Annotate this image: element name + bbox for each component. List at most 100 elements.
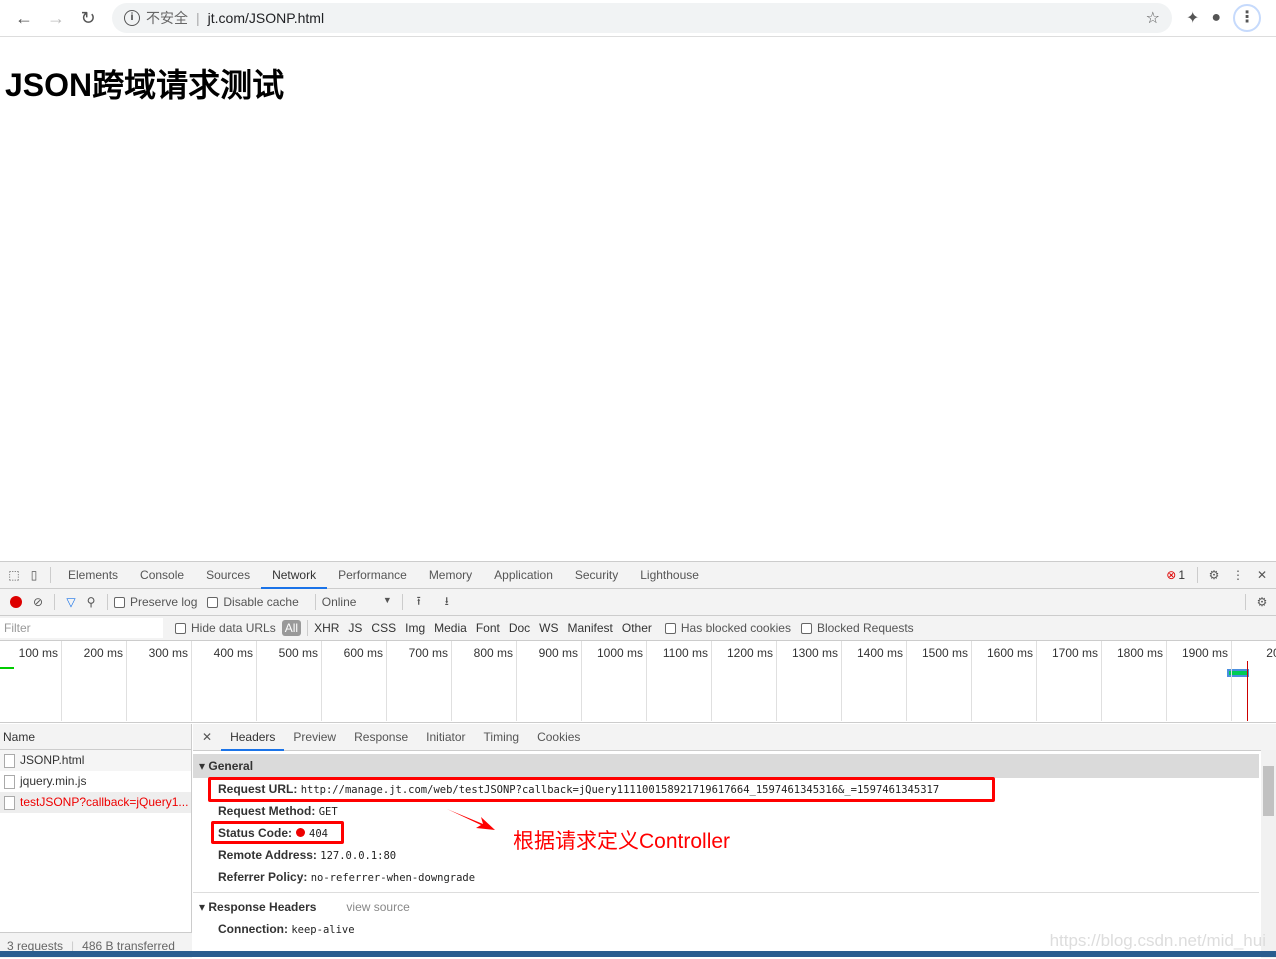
filter-input[interactable]: Filter [0,618,163,638]
network-overview[interactable]: 100 ms 200 ms 300 ms 400 ms 500 ms 600 ms 700 … [0,641,1276,723]
request-row[interactable]: JSONP.html [0,750,191,771]
timeline-tick: 1900 ms [1167,641,1232,721]
timeline-tick: 700 ms [387,641,452,721]
taskbar [0,951,1276,957]
disable-cache-checkbox[interactable] [207,596,219,608]
back-icon[interactable]: ← [8,8,40,29]
status-code: Status Code: 404 [218,826,328,840]
info-icon[interactable]: i [124,10,140,26]
timeline-tick: 100 ms [0,641,62,721]
network-settings-icon[interactable]: ⚙ [1252,595,1272,609]
menu-icon[interactable]: ⋮ [1233,4,1262,32]
request-details: ✕ Headers Preview Response Initiator Tim… [193,724,1276,958]
inspect-icon[interactable]: ⬚ [4,568,24,582]
request-list: Name JSONP.html jquery.min.js testJSONP?… [0,724,192,958]
reload-icon[interactable]: ↻ [72,8,104,29]
timeline-tick: 1700 ms [1037,641,1102,721]
browser-toolbar: ← → ↻ i 不安全 | jt.com/JSONP.html ☆ ✦ ● ⋮ [0,0,1276,37]
throttle-select[interactable]: Online ▼ [322,595,392,609]
tab-network[interactable]: Network [261,562,328,589]
divider: | [196,10,200,26]
close-details-icon[interactable]: ✕ [193,724,221,751]
insecure-label: 不安全 [146,10,188,26]
filter-type-css[interactable]: CSS [371,621,396,635]
tab-memory[interactable]: Memory [418,562,483,589]
error-count[interactable]: 1 [1178,568,1185,582]
request-row[interactable]: jquery.min.js [0,771,191,792]
settings-icon[interactable]: ⚙ [1204,568,1224,582]
tab-elements[interactable]: Elements [57,562,129,589]
arrow-icon [447,809,495,830]
filter-icon[interactable]: ▽ [61,595,81,609]
device-toolbar-icon[interactable]: ▯ [24,568,44,582]
clear-icon[interactable]: ⊘ [28,595,48,609]
tab-application[interactable]: Application [483,562,564,589]
profile-icon[interactable]: ● [1211,9,1221,27]
timeline-tick: 1500 ms [907,641,972,721]
filter-type-xhr[interactable]: XHR [314,621,339,635]
filter-type-ws[interactable]: WS [539,621,558,635]
filter-type-img[interactable]: Img [405,621,425,635]
extensions-icon[interactable]: ✦ [1186,8,1199,28]
document-icon [4,774,15,789]
filter-type-manifest[interactable]: Manifest [568,621,613,635]
referrer-policy: Referrer Policy: no-referrer-when-downgr… [218,870,476,884]
timeline-tick: 1000 ms [582,641,647,721]
timeline-tick: 2000 [1232,641,1276,721]
tab-timing[interactable]: Timing [475,724,529,751]
forward-icon[interactable]: → [40,8,72,29]
timeline-tick: 800 ms [452,641,517,721]
blocked-requests-checkbox[interactable] [800,622,812,634]
filter-type-font[interactable]: Font [476,621,500,635]
url-text[interactable]: jt.com/JSONP.html [208,10,1146,26]
filter-type-other[interactable]: Other [622,621,652,635]
annotation-text: 根据请求定义Controller [513,830,731,853]
close-icon[interactable]: ✕ [1252,568,1272,582]
record-icon[interactable] [10,596,22,608]
tab-console[interactable]: Console [129,562,195,589]
tab-cookies[interactable]: Cookies [528,724,589,751]
filter-all[interactable]: All [281,620,302,636]
url-highlight-box [208,777,995,802]
request-row-selected[interactable]: testJSONP?callback=jQuery1... [0,792,191,813]
timeline-tick: 1100 ms [647,641,712,721]
timeline-tick: 400 ms [192,641,257,721]
tab-preview[interactable]: Preview [284,724,345,751]
timeline-tick: 1300 ms [777,641,842,721]
star-icon[interactable]: ☆ [1146,8,1160,28]
address-bar[interactable]: i 不安全 | jt.com/JSONP.html ☆ [112,3,1172,33]
tab-security[interactable]: Security [564,562,629,589]
search-icon[interactable]: ⚲ [81,595,101,609]
timeline-tick: 500 ms [257,641,322,721]
details-scrollbar[interactable] [1261,750,1276,958]
import-icon[interactable]: ⭱ [409,592,429,613]
filter-type-doc[interactable]: Doc [509,621,530,635]
hide-data-urls-checkbox[interactable] [175,622,186,634]
error-icon[interactable]: ⊗ [1166,568,1176,582]
tab-initiator[interactable]: Initiator [417,724,474,751]
timeline-tick: 900 ms [517,641,582,721]
general-section[interactable]: ▾ General [193,754,1259,778]
tab-performance[interactable]: Performance [327,562,418,589]
export-icon[interactable]: ⭳ [437,592,457,613]
preserve-log-checkbox[interactable] [114,596,125,608]
filter-type-media[interactable]: Media [434,621,467,635]
disable-cache-label: Disable cache [223,595,299,609]
has-blocked-cookies-checkbox[interactable] [664,622,676,634]
has-blocked-cookies-label: Has blocked cookies [680,621,791,635]
filter-type-js[interactable]: JS [348,621,362,635]
remote-address: Remote Address: 127.0.0.1:80 [218,848,397,862]
view-source-link[interactable]: view source [346,900,409,914]
devtools-panel: ⬚ ▯ Elements Console Sources Network Per… [0,561,1276,958]
more-icon[interactable]: ⋮ [1228,568,1248,582]
response-headers-section[interactable]: ▾ Response Headers view source [193,896,1276,918]
watermark: https://blog.csdn.net/mid_hui [1049,931,1266,950]
document-icon [4,753,15,768]
timeline-tick: 1200 ms [712,641,777,721]
name-column-header[interactable]: Name [0,724,191,750]
tab-response[interactable]: Response [345,724,417,751]
tab-lighthouse[interactable]: Lighthouse [629,562,710,589]
status-highlight-box [211,821,344,844]
tab-headers[interactable]: Headers [221,724,285,751]
tab-sources[interactable]: Sources [195,562,261,589]
